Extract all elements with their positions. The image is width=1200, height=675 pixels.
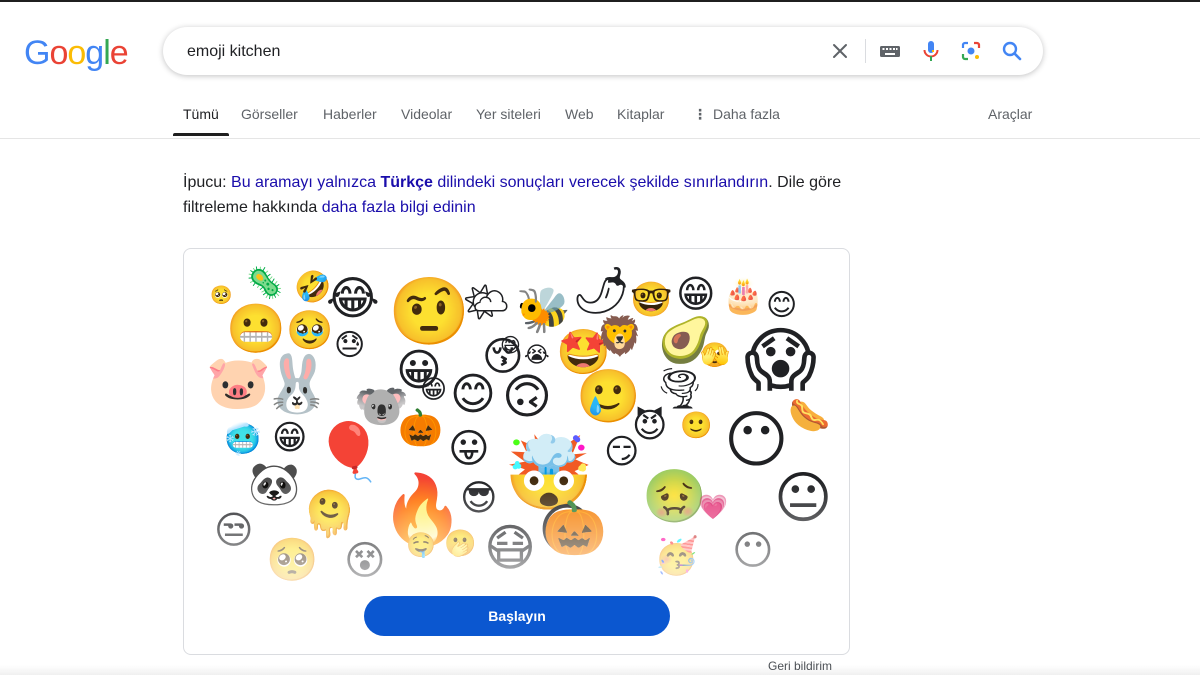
close-icon[interactable] bbox=[828, 39, 852, 63]
emoji-sticker: 💗 bbox=[698, 493, 728, 521]
emoji-sticker: 🥳 bbox=[654, 536, 699, 577]
emoji-sticker: 😁 bbox=[420, 375, 448, 405]
tab-more[interactable]: ⋮ Daha fazla bbox=[693, 106, 780, 123]
emoji-sticker: 🌶 bbox=[572, 263, 631, 317]
emoji-sticker: 🫢 bbox=[444, 529, 477, 559]
emoji-sticker: 😊 bbox=[450, 369, 496, 420]
window-top-border bbox=[0, 0, 1200, 2]
emoji-sticker: 😱 bbox=[744, 319, 817, 401]
emoji-collage: 🥺 🦠 🤣 😂 🤨 🌤 🐝 🌶 🤓 😁 🎂 😊 😬 🥹 😓 😀 😚 😄 😭 🤩 🦁 🥑 🫣 😱 🐷 🐰 🐨 😁 😊 🙃 🥲 🌪 😶 🌭 🥶 😁 🎈 🎃 😛 🤯… bbox=[184, 249, 849, 589]
google-logo[interactable]: Google bbox=[24, 34, 129, 73]
tab-places[interactable]: Yer siteleri bbox=[476, 106, 541, 122]
emoji-sticker: 😄 bbox=[500, 333, 521, 357]
emoji-sticker: 😛 bbox=[448, 426, 490, 472]
search-tabs: Tümü Görseller Haberler Videolar Yer sit… bbox=[0, 96, 1200, 139]
emoji-sticker: 🦠 bbox=[246, 266, 284, 301]
emoji-sticker: 😶 bbox=[724, 403, 789, 476]
tab-all[interactable]: Tümü bbox=[183, 106, 219, 122]
restrict-link-text-a: Bu aramayı yalnızca bbox=[231, 174, 381, 191]
microphone-icon[interactable] bbox=[919, 39, 943, 63]
logo-letter-e: e bbox=[109, 34, 129, 72]
emoji-sticker: 😬 bbox=[226, 301, 286, 357]
learn-more-link[interactable]: daha fazla bilgi edinin bbox=[322, 199, 476, 216]
search-icon[interactable] bbox=[1000, 39, 1024, 63]
camera-lens-icon[interactable] bbox=[959, 39, 983, 63]
emoji-sticker: 😭 bbox=[524, 343, 550, 368]
emoji-sticker: 🐼 bbox=[248, 459, 301, 508]
emoji-sticker: 🙃 bbox=[502, 369, 553, 425]
emoji-sticker: 😂 bbox=[326, 271, 380, 325]
emoji-sticker: 🤨 bbox=[388, 273, 471, 350]
bottom-edge-shadow bbox=[0, 665, 1200, 675]
emoji-sticker: 😒 bbox=[214, 508, 254, 552]
restrict-link-language: Türkçe bbox=[380, 174, 433, 191]
emoji-sticker: 🥶 bbox=[224, 422, 262, 457]
get-started-button[interactable]: Başlayın bbox=[364, 596, 670, 636]
logo-letter-g: G bbox=[24, 34, 50, 72]
search-input[interactable] bbox=[185, 38, 789, 66]
language-tip: İpucu: Bu aramayı yalnızca Türkçe dilind… bbox=[183, 170, 843, 220]
keyboard-icon[interactable] bbox=[878, 39, 902, 63]
emoji-sticker: 🎂 bbox=[722, 276, 765, 316]
restrict-link-text-b: dilindeki sonuçları verecek şekilde sını… bbox=[432, 174, 769, 191]
emoji-sticker: 🦁 bbox=[596, 314, 644, 358]
emoji-sticker: 😈 bbox=[632, 406, 668, 446]
emoji-sticker: 🌤 bbox=[462, 280, 511, 324]
emoji-sticker: 🌪 bbox=[654, 366, 705, 412]
emoji-sticker: 😓 bbox=[334, 328, 366, 363]
emoji-sticker: 😁 bbox=[272, 418, 308, 458]
tab-web[interactable]: Web bbox=[565, 106, 594, 122]
emoji-kitchen-card[interactable]: 🥺 🦠 🤣 😂 🤨 🌤 🐝 🌶 🤓 😁 🎂 😊 😬 🥹 😓 😀 😚 😄 😭 🤩 🦁 🥑 🫣 😱 🐷 🐰 🐨 😁 😊 🙃 🥲 🌪 😶 🌭 🥶 😁 🎈 🎃 😛 🤯… bbox=[183, 248, 850, 655]
emoji-sticker: 😷 bbox=[484, 519, 537, 577]
logo-letter-o1: o bbox=[49, 34, 68, 72]
active-tab-indicator bbox=[173, 133, 229, 136]
emoji-sticker: 😶 bbox=[732, 528, 774, 574]
tools-button[interactable]: Araçlar bbox=[988, 106, 1032, 122]
emoji-sticker: 🌭 bbox=[788, 396, 831, 436]
more-vert-icon: ⋮ bbox=[693, 106, 707, 122]
restrict-language-link[interactable]: Bu aramayı yalnızca Türkçe dilindeki son… bbox=[231, 174, 768, 191]
emoji-sticker: 🙂 bbox=[680, 411, 713, 441]
emoji-sticker: 🫣 bbox=[700, 341, 730, 369]
tab-more-label: Daha fazla bbox=[713, 106, 780, 122]
emoji-sticker: 🫠 bbox=[302, 489, 357, 540]
emoji-sticker: 😐 bbox=[774, 466, 833, 531]
tab-news[interactable]: Haberler bbox=[323, 106, 377, 122]
tab-images[interactable]: Görseller bbox=[241, 106, 298, 122]
search-box bbox=[163, 27, 1043, 75]
emoji-sticker: 😁 bbox=[676, 272, 716, 316]
emoji-sticker: 😊 bbox=[766, 288, 798, 323]
logo-letter-g2: g bbox=[85, 34, 104, 72]
search-box-divider bbox=[865, 39, 866, 63]
tab-books[interactable]: Kitaplar bbox=[617, 106, 664, 122]
emoji-sticker: 🥺 bbox=[266, 535, 319, 584]
emoji-sticker: 🎃 bbox=[542, 499, 607, 559]
emoji-sticker: 🎈 bbox=[314, 420, 384, 485]
logo-letter-o2: o bbox=[67, 34, 86, 72]
tip-prefix: İpucu: bbox=[183, 174, 232, 191]
emoji-sticker: 🐰 bbox=[262, 352, 332, 417]
emoji-sticker: 🥹 bbox=[286, 308, 334, 352]
emoji-sticker: 🎃 bbox=[398, 408, 443, 449]
emoji-sticker: 😵 bbox=[344, 538, 386, 584]
emoji-sticker: 🤓 bbox=[630, 280, 673, 320]
tab-videos[interactable]: Videolar bbox=[401, 106, 452, 122]
emoji-sticker: 🤤 bbox=[406, 531, 436, 559]
emoji-sticker: 😎 bbox=[460, 478, 498, 519]
